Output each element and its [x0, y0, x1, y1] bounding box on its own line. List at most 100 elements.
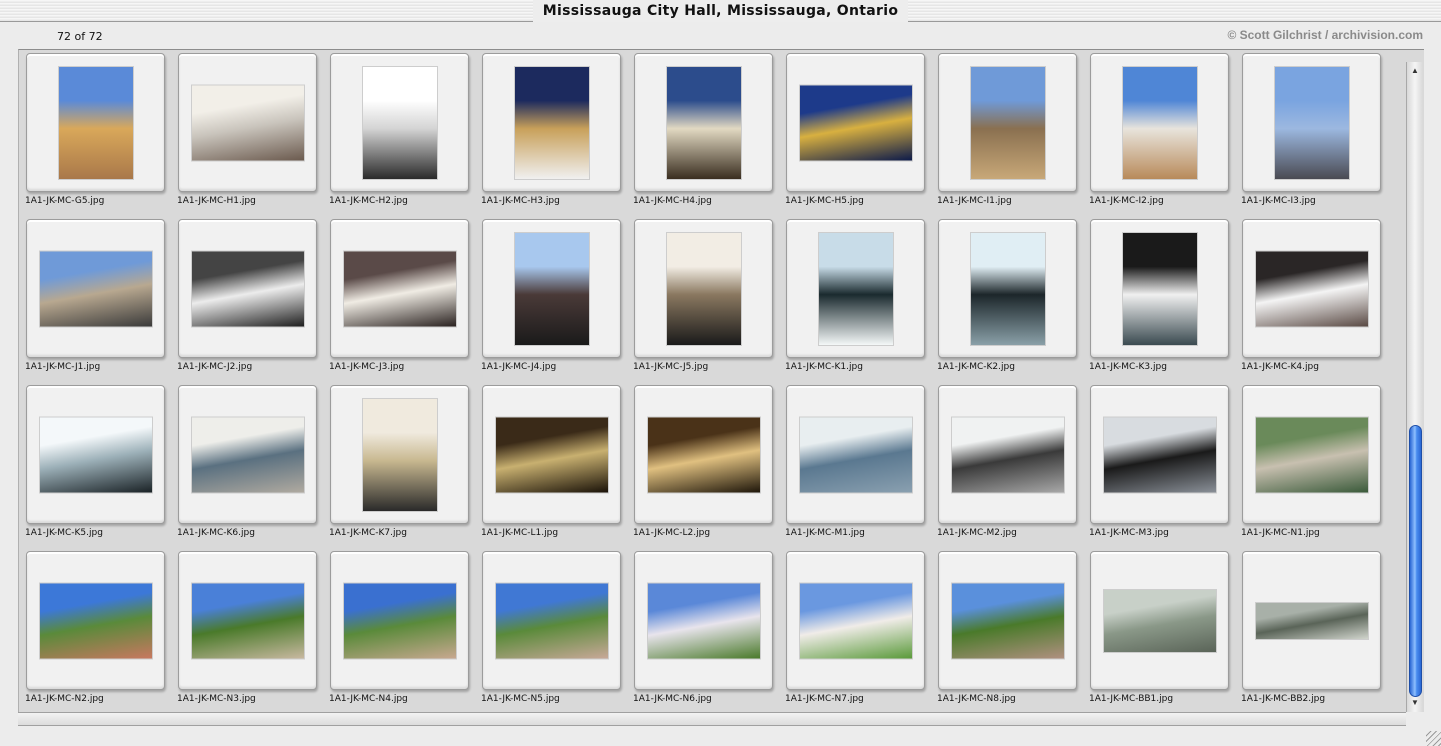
thumbnail-image — [647, 583, 760, 658]
thumbnail-item[interactable]: 1A1-JK-MC-H4.jpg — [633, 53, 778, 219]
thumbnail-item[interactable]: 1A1-JK-MC-J4.jpg — [481, 219, 626, 385]
slide-mount[interactable] — [1090, 219, 1229, 358]
thumbnail-filename: 1A1-JK-MC-BB1.jpg — [1089, 694, 1174, 704]
thumbnail-item[interactable]: 1A1-JK-MC-N3.jpg — [177, 551, 322, 717]
thumbnail-item[interactable]: 1A1-JK-MC-N1.jpg — [1241, 385, 1386, 551]
thumbnail-image — [1274, 66, 1349, 179]
thumbnail-filename: 1A1-JK-MC-K6.jpg — [177, 528, 255, 538]
thumbnail-item[interactable]: 1A1-JK-MC-BB2.jpg — [1241, 551, 1386, 717]
thumbnail-filename: 1A1-JK-MC-K7.jpg — [329, 528, 407, 538]
thumbnail-item[interactable]: 1A1-JK-MC-I1.jpg — [937, 53, 1082, 219]
slide-mount[interactable] — [178, 551, 317, 690]
thumbnail-item[interactable]: 1A1-JK-MC-H1.jpg — [177, 53, 322, 219]
slide-mount[interactable] — [1242, 219, 1381, 358]
slide-mount[interactable] — [178, 385, 317, 524]
thumbnail-item[interactable]: 1A1-JK-MC-J3.jpg — [329, 219, 474, 385]
thumbnail-item[interactable]: 1A1-JK-MC-J1.jpg — [25, 219, 170, 385]
slide-mount[interactable] — [178, 53, 317, 192]
thumbnail-item[interactable]: 1A1-JK-MC-J2.jpg — [177, 219, 322, 385]
slide-mount[interactable] — [482, 219, 621, 358]
slide-mount[interactable] — [178, 219, 317, 358]
thumbnail-item[interactable]: 1A1-JK-MC-L1.jpg — [481, 385, 626, 551]
slide-mount[interactable] — [482, 53, 621, 192]
thumbnail-item[interactable]: 1A1-JK-MC-K4.jpg — [1241, 219, 1386, 385]
thumbnail-filename: 1A1-JK-MC-H1.jpg — [177, 196, 256, 206]
thumbnail-filename: 1A1-JK-MC-K4.jpg — [1241, 362, 1319, 372]
slide-mount[interactable] — [634, 53, 773, 192]
thumbnail-image — [666, 232, 741, 345]
thumbnail-item[interactable]: 1A1-JK-MC-M1.jpg — [785, 385, 930, 551]
title-bar[interactable]: Mississauga City Hall, Mississauga, Onta… — [0, 0, 1441, 22]
slide-mount[interactable] — [26, 53, 165, 192]
thumbnail-item[interactable]: 1A1-JK-MC-N5.jpg — [481, 551, 626, 717]
slide-mount[interactable] — [330, 53, 469, 192]
slide-mount[interactable] — [330, 385, 469, 524]
thumbnail-item[interactable]: 1A1-JK-MC-J5.jpg — [633, 219, 778, 385]
slide-mount[interactable] — [1090, 551, 1229, 690]
slide-mount[interactable] — [330, 551, 469, 690]
slide-mount[interactable] — [938, 53, 1077, 192]
thumbnail-filename: 1A1-JK-MC-N3.jpg — [177, 694, 256, 704]
thumbnail-item[interactable]: 1A1-JK-MC-K2.jpg — [937, 219, 1082, 385]
slide-mount[interactable] — [938, 219, 1077, 358]
thumbnail-item[interactable]: 1A1-JK-MC-BB1.jpg — [1089, 551, 1234, 717]
slide-mount[interactable] — [482, 385, 621, 524]
slide-mount[interactable] — [786, 385, 925, 524]
vertical-scrollbar[interactable]: ▲ ▼ — [1406, 62, 1423, 712]
thumbnail-item[interactable]: 1A1-JK-MC-H2.jpg — [329, 53, 474, 219]
thumbnail-image — [362, 66, 437, 179]
thumbnail-filename: 1A1-JK-MC-K5.jpg — [25, 528, 103, 538]
slide-mount[interactable] — [786, 551, 925, 690]
thumbnail-image — [495, 417, 608, 492]
horizontal-scrollbar[interactable] — [18, 712, 1406, 726]
thumbnail-item[interactable]: 1A1-JK-MC-I3.jpg — [1241, 53, 1386, 219]
image-count: 72 of 72 — [57, 30, 103, 43]
thumbnail-item[interactable]: 1A1-JK-MC-K6.jpg — [177, 385, 322, 551]
thumbnail-item[interactable]: 1A1-JK-MC-N2.jpg — [25, 551, 170, 717]
slide-mount[interactable] — [786, 219, 925, 358]
thumbnail-item[interactable]: 1A1-JK-MC-K1.jpg — [785, 219, 930, 385]
slide-mount[interactable] — [482, 551, 621, 690]
slide-mount[interactable] — [786, 53, 925, 192]
thumbnail-filename: 1A1-JK-MC-J4.jpg — [481, 362, 557, 372]
scroll-up-icon[interactable]: ▲ — [1410, 66, 1420, 76]
thumbnail-item[interactable]: 1A1-JK-MC-K7.jpg — [329, 385, 474, 551]
slide-mount[interactable] — [1090, 53, 1229, 192]
scrollbar-thumb[interactable] — [1409, 425, 1422, 697]
thumbnail-filename: 1A1-JK-MC-M1.jpg — [785, 528, 865, 538]
thumbnail-item[interactable]: 1A1-JK-MC-L2.jpg — [633, 385, 778, 551]
window-title: Mississauga City Hall, Mississauga, Onta… — [532, 0, 909, 22]
thumbnail-image — [1122, 66, 1197, 179]
slide-mount[interactable] — [634, 385, 773, 524]
thumbnail-item[interactable]: 1A1-JK-MC-K5.jpg — [25, 385, 170, 551]
slide-mount[interactable] — [938, 385, 1077, 524]
slide-mount[interactable] — [634, 551, 773, 690]
slide-mount[interactable] — [26, 385, 165, 524]
thumbnail-filename: 1A1-JK-MC-M2.jpg — [937, 528, 1017, 538]
thumbnail-item[interactable]: 1A1-JK-MC-I2.jpg — [1089, 53, 1234, 219]
resize-grip-icon[interactable] — [1426, 731, 1441, 746]
slide-mount[interactable] — [26, 551, 165, 690]
slide-mount[interactable] — [1242, 551, 1381, 690]
thumbnail-filename: 1A1-JK-MC-H5.jpg — [785, 196, 864, 206]
thumbnail-item[interactable]: 1A1-JK-MC-G5.jpg — [25, 53, 170, 219]
thumbnail-image — [799, 417, 912, 492]
scroll-down-icon[interactable]: ▼ — [1410, 698, 1420, 708]
thumbnail-item[interactable]: 1A1-JK-MC-M2.jpg — [937, 385, 1082, 551]
slide-mount[interactable] — [26, 219, 165, 358]
slide-mount[interactable] — [1242, 385, 1381, 524]
thumbnail-item[interactable]: 1A1-JK-MC-N4.jpg — [329, 551, 474, 717]
thumbnail-item[interactable]: 1A1-JK-MC-M3.jpg — [1089, 385, 1234, 551]
thumbnail-item[interactable]: 1A1-JK-MC-N8.jpg — [937, 551, 1082, 717]
thumbnail-item[interactable]: 1A1-JK-MC-N7.jpg — [785, 551, 930, 717]
thumbnail-item[interactable]: 1A1-JK-MC-N6.jpg — [633, 551, 778, 717]
slide-mount[interactable] — [938, 551, 1077, 690]
slide-mount[interactable] — [1242, 53, 1381, 192]
slide-mount[interactable] — [330, 219, 469, 358]
thumbnail-item[interactable]: 1A1-JK-MC-H5.jpg — [785, 53, 930, 219]
thumbnail-item[interactable]: 1A1-JK-MC-K3.jpg — [1089, 219, 1234, 385]
slide-mount[interactable] — [634, 219, 773, 358]
thumbnail-image — [191, 251, 304, 326]
slide-mount[interactable] — [1090, 385, 1229, 524]
thumbnail-item[interactable]: 1A1-JK-MC-H3.jpg — [481, 53, 626, 219]
